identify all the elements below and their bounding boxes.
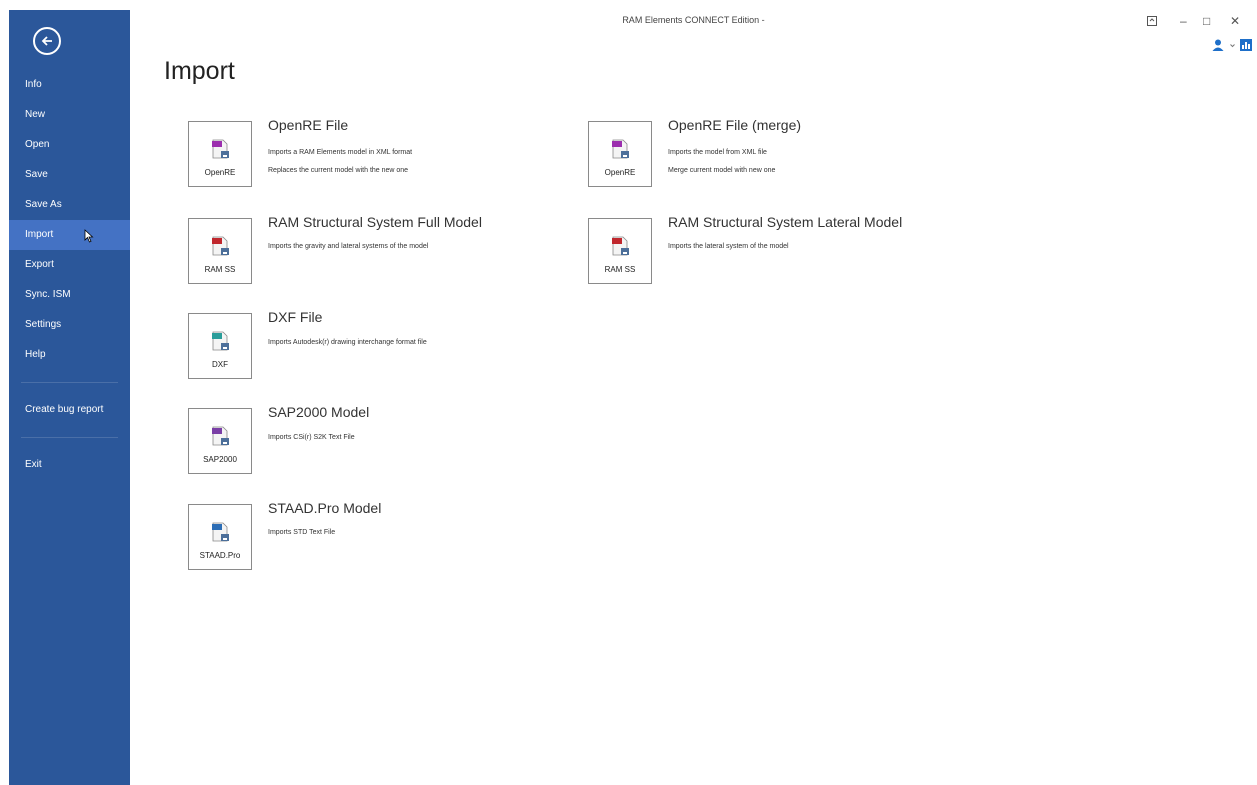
- option-title: RAM Structural System Lateral Model: [668, 214, 903, 230]
- option-title: SAP2000 Model: [268, 404, 370, 420]
- option-description: Imports a RAM Elements model in XML form…: [268, 149, 413, 156]
- sidebar-divider: [21, 437, 118, 438]
- sidebar-item-settings[interactable]: Settings: [9, 310, 130, 340]
- restore-ribbon-button[interactable]: [1147, 15, 1157, 29]
- option-description: Imports Autodesk(r) drawing interchange …: [268, 339, 427, 346]
- staad-pro-import-button[interactable]: STAAD.Pro: [188, 504, 252, 570]
- sidebar-divider: [21, 382, 118, 383]
- maximize-button[interactable]: □: [1203, 14, 1210, 28]
- button-label: OpenRE: [204, 168, 236, 177]
- button-label: DXF: [212, 360, 228, 369]
- std-file-icon: [212, 522, 229, 542]
- sidebar-item-open[interactable]: Open: [9, 130, 130, 160]
- option-description: Imports the lateral system of the model: [668, 243, 789, 250]
- close-icon: ✕: [1230, 14, 1241, 28]
- analytics-icon[interactable]: [1239, 39, 1252, 51]
- sidebar-item-sync-ism[interactable]: Sync. ISM: [9, 280, 130, 310]
- openre-merge-import-button[interactable]: OpenRE: [588, 121, 652, 187]
- sidebar-item-save[interactable]: Save: [9, 160, 130, 190]
- restore-ribbon-icon: [1147, 16, 1157, 26]
- back-button[interactable]: [33, 27, 61, 55]
- button-label: RAM SS: [204, 265, 236, 274]
- window-frame: [0, 0, 9, 785]
- dxf-import-button[interactable]: DXF: [188, 313, 252, 379]
- window-title: RAM Elements CONNECT Edition -: [622, 15, 765, 25]
- button-label: RAM SS: [604, 265, 636, 274]
- sap2000-import-button[interactable]: SAP2000: [188, 408, 252, 474]
- button-label: STAAD.Pro: [199, 551, 241, 560]
- close-button[interactable]: ✕: [1230, 14, 1240, 28]
- xml-file-icon: [612, 139, 629, 159]
- ram-ss-lateral-import-button[interactable]: RAM SS: [588, 218, 652, 284]
- option-description: Replaces the current model with the new …: [268, 167, 409, 174]
- option-title: OpenRE File: [268, 117, 349, 133]
- sidebar-item-help[interactable]: Help: [9, 340, 130, 370]
- option-description: Imports the gravity and lateral systems …: [268, 243, 429, 250]
- sidebar-item-save-as[interactable]: Save As: [9, 190, 130, 220]
- button-label: SAP2000: [203, 455, 237, 464]
- option-description: Imports STD Text File: [268, 529, 336, 536]
- back-arrow-icon: [41, 36, 52, 46]
- option-title: STAAD.Pro Model: [268, 500, 382, 516]
- minimize-button[interactable]: –: [1180, 14, 1187, 28]
- sidebar-item-import[interactable]: Import: [9, 220, 130, 250]
- mouse-pointer-icon: [84, 229, 94, 243]
- openre-import-button[interactable]: OpenRE: [188, 121, 252, 187]
- option-description: Merge current model with new one: [668, 167, 776, 174]
- ram-ss-full-import-button[interactable]: RAM SS: [188, 218, 252, 284]
- rss-file-icon: [212, 236, 229, 256]
- sidebar-item-label: Import: [25, 229, 54, 240]
- option-description: Imports the model from XML file: [668, 149, 767, 156]
- dropdown-arrow-icon[interactable]: [1230, 39, 1236, 51]
- account-area: [1212, 38, 1252, 56]
- button-label: OpenRE: [604, 168, 636, 177]
- sidebar-item-new[interactable]: New: [9, 100, 130, 130]
- sidebar-item-info[interactable]: Info: [9, 70, 130, 100]
- page-title: Import: [164, 57, 235, 85]
- minimize-icon: –: [1180, 14, 1187, 28]
- option-title: DXF File: [268, 309, 323, 325]
- option-description: Imports CSi(r) S2K Text File: [268, 434, 355, 441]
- sidebar-item-create-bug-report[interactable]: Create bug report: [9, 395, 130, 425]
- user-account-icon[interactable]: [1212, 39, 1226, 51]
- dxf-file-icon: [212, 331, 229, 351]
- s2k-file-icon: [212, 426, 229, 446]
- backstage-sidebar: Info New Open Save Save As Import Export…: [9, 10, 130, 785]
- title-bar: RAM Elements CONNECT Edition - – □ ✕: [130, 10, 1257, 34]
- sidebar-item-export[interactable]: Export: [9, 250, 130, 280]
- maximize-icon: □: [1203, 14, 1211, 28]
- xml-file-icon: [212, 139, 229, 159]
- option-title: OpenRE File (merge): [668, 117, 802, 133]
- option-title: RAM Structural System Full Model: [268, 214, 482, 230]
- rss-file-icon: [612, 236, 629, 256]
- sidebar-item-exit[interactable]: Exit: [9, 450, 130, 480]
- sidebar-nav: Info New Open Save Save As Import Export…: [9, 70, 130, 480]
